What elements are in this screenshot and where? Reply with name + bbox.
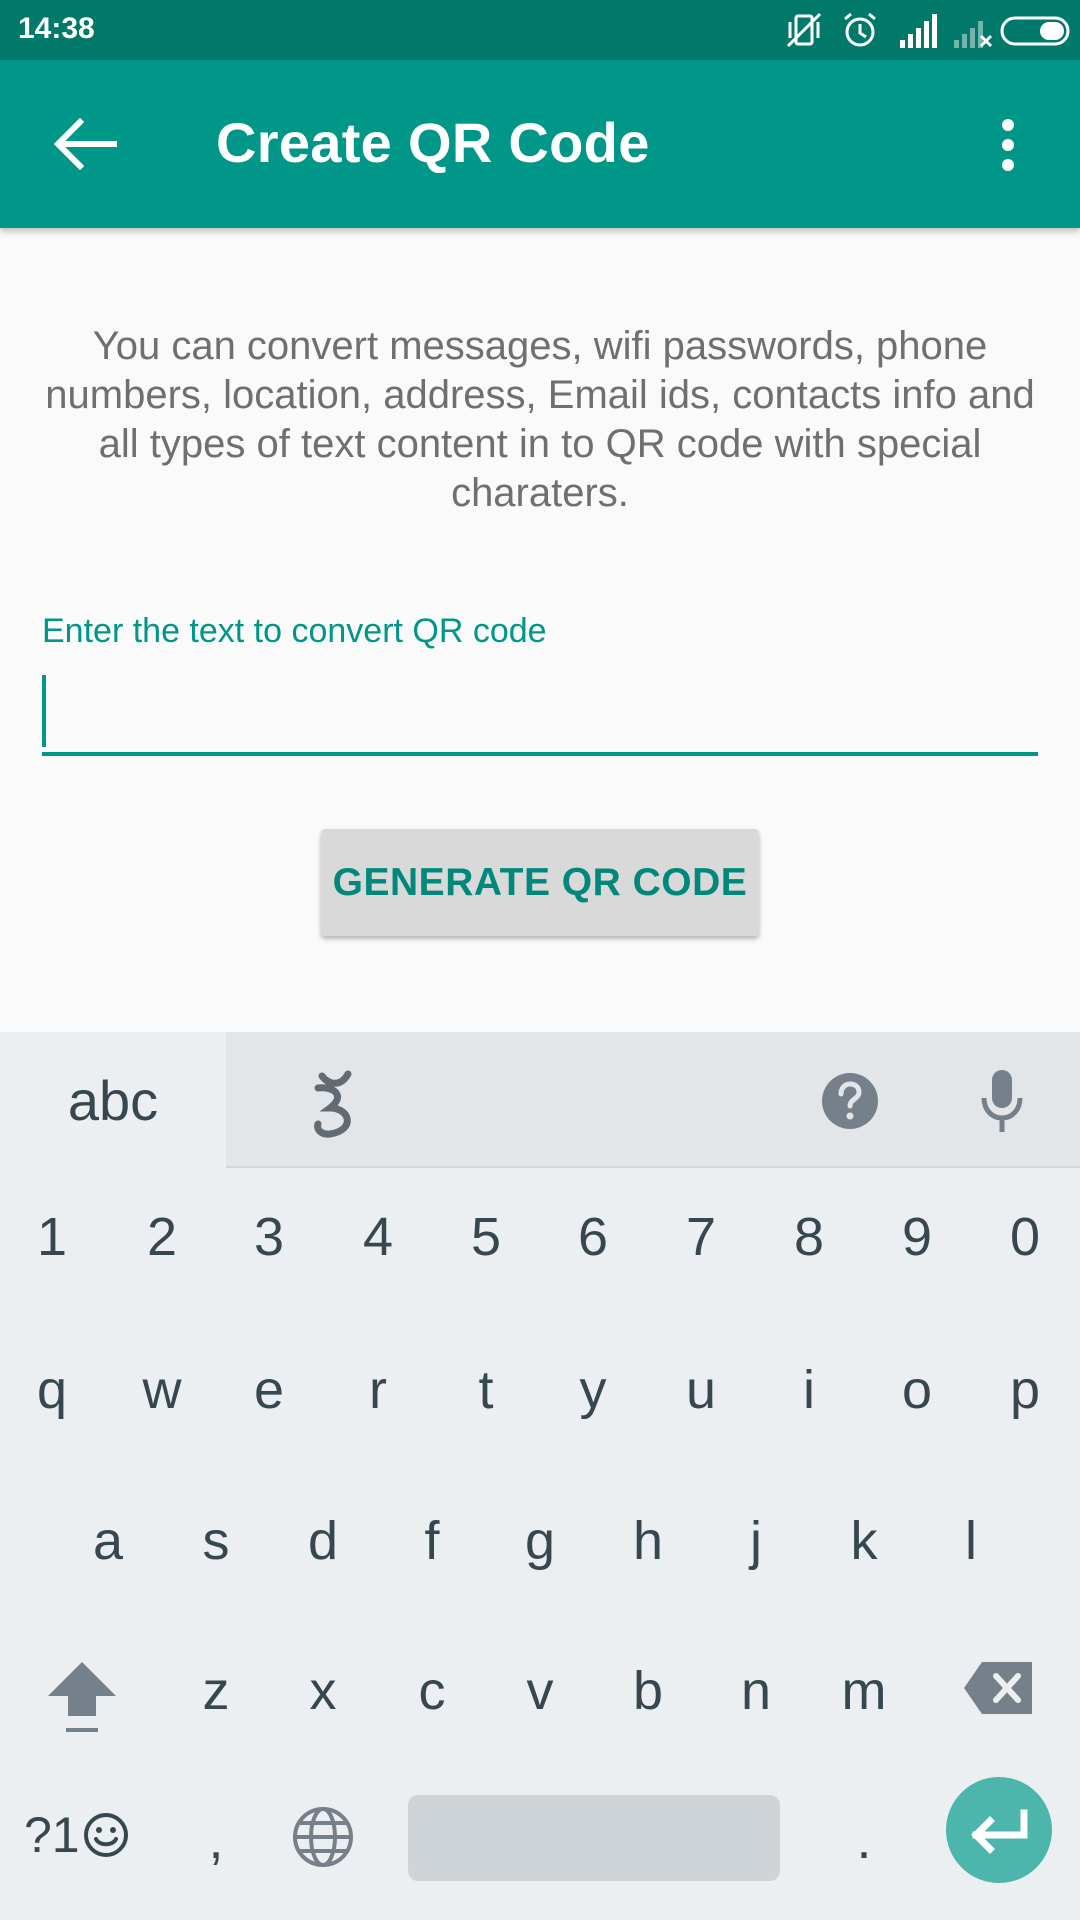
- shift-icon[interactable]: [44, 1658, 120, 1738]
- key-1[interactable]: 1: [6, 1182, 98, 1292]
- description-text: You can convert messages, wifi passwords…: [45, 324, 1035, 515]
- key-comma[interactable]: ,: [196, 1800, 236, 1880]
- no-signal-icon: [954, 21, 993, 48]
- back-arrow-icon[interactable]: [50, 114, 118, 174]
- key-x[interactable]: x: [277, 1636, 369, 1746]
- key-m[interactable]: m: [818, 1636, 910, 1746]
- key-k[interactable]: k: [818, 1486, 910, 1596]
- key-8[interactable]: 8: [763, 1182, 855, 1292]
- backspace-icon[interactable]: [962, 1660, 1036, 1716]
- key-w[interactable]: w: [116, 1335, 208, 1445]
- key-o[interactable]: o: [871, 1335, 963, 1445]
- keyboard-toolbar: abc: [0, 1032, 1080, 1168]
- help-icon[interactable]: [820, 1071, 880, 1131]
- key-4[interactable]: 4: [332, 1182, 424, 1292]
- key-g[interactable]: g: [494, 1486, 586, 1596]
- page-title: Create QR Code: [216, 111, 650, 174]
- input-label: Enter the text to convert QR code: [42, 612, 547, 650]
- key-q[interactable]: q: [6, 1335, 98, 1445]
- key-i[interactable]: i: [763, 1335, 855, 1445]
- enter-key[interactable]: [946, 1777, 1052, 1883]
- generate-qr-code-button[interactable]: GENERATE QR CODE: [321, 829, 759, 936]
- status-bar: 14:38: [0, 0, 1080, 60]
- key-t[interactable]: t: [440, 1335, 532, 1445]
- key-n[interactable]: n: [710, 1636, 802, 1746]
- space-bar[interactable]: [408, 1795, 780, 1881]
- key-z[interactable]: z: [170, 1636, 262, 1746]
- microphone-icon[interactable]: [980, 1068, 1024, 1134]
- key-h[interactable]: h: [602, 1486, 694, 1596]
- key-e[interactable]: e: [223, 1335, 315, 1445]
- key-0[interactable]: 0: [979, 1182, 1071, 1292]
- symbols-emoji-key[interactable]: ?1: [24, 1805, 130, 1865]
- key-a[interactable]: a: [62, 1486, 154, 1596]
- key-r[interactable]: r: [332, 1335, 424, 1445]
- qr-text-input[interactable]: [42, 668, 1038, 756]
- key-s[interactable]: s: [170, 1486, 262, 1596]
- vibrate-off-icon: [786, 12, 822, 48]
- indic-script-icon[interactable]: [300, 1066, 376, 1142]
- text-cursor: [42, 675, 46, 747]
- status-time: 14:38: [18, 12, 95, 45]
- key-c[interactable]: c: [386, 1636, 478, 1746]
- soft-keyboard: a b c: [0, 1032, 1080, 1920]
- key-7[interactable]: 7: [655, 1182, 747, 1292]
- symbols-key-label: ?1: [24, 1807, 80, 1863]
- battery-icon: [1000, 16, 1070, 46]
- key-9[interactable]: 9: [871, 1182, 963, 1292]
- signal-icon: [900, 14, 937, 48]
- key-3[interactable]: 3: [223, 1182, 315, 1292]
- key-u[interactable]: u: [655, 1335, 747, 1445]
- key-b[interactable]: b: [602, 1636, 694, 1746]
- key-d[interactable]: d: [277, 1486, 369, 1596]
- key-v[interactable]: v: [494, 1636, 586, 1746]
- key-f[interactable]: f: [386, 1486, 478, 1596]
- app-bar: Create QR Code: [0, 60, 1080, 228]
- key-5[interactable]: 5: [440, 1182, 532, 1292]
- key-j[interactable]: j: [710, 1486, 802, 1596]
- key-period[interactable]: .: [844, 1800, 884, 1880]
- key-6[interactable]: 6: [547, 1182, 639, 1292]
- key-2[interactable]: 2: [116, 1182, 208, 1292]
- keyboard-tab-abc[interactable]: abc: [0, 1032, 226, 1168]
- globe-icon[interactable]: [292, 1806, 354, 1868]
- emoji-icon: [83, 1813, 128, 1857]
- enter-arrow-icon: [971, 1809, 1028, 1854]
- key-p[interactable]: p: [979, 1335, 1071, 1445]
- more-options-icon[interactable]: [988, 115, 1028, 175]
- key-l[interactable]: l: [925, 1486, 1017, 1596]
- key-y[interactable]: y: [547, 1335, 639, 1445]
- alarm-icon: [844, 12, 876, 47]
